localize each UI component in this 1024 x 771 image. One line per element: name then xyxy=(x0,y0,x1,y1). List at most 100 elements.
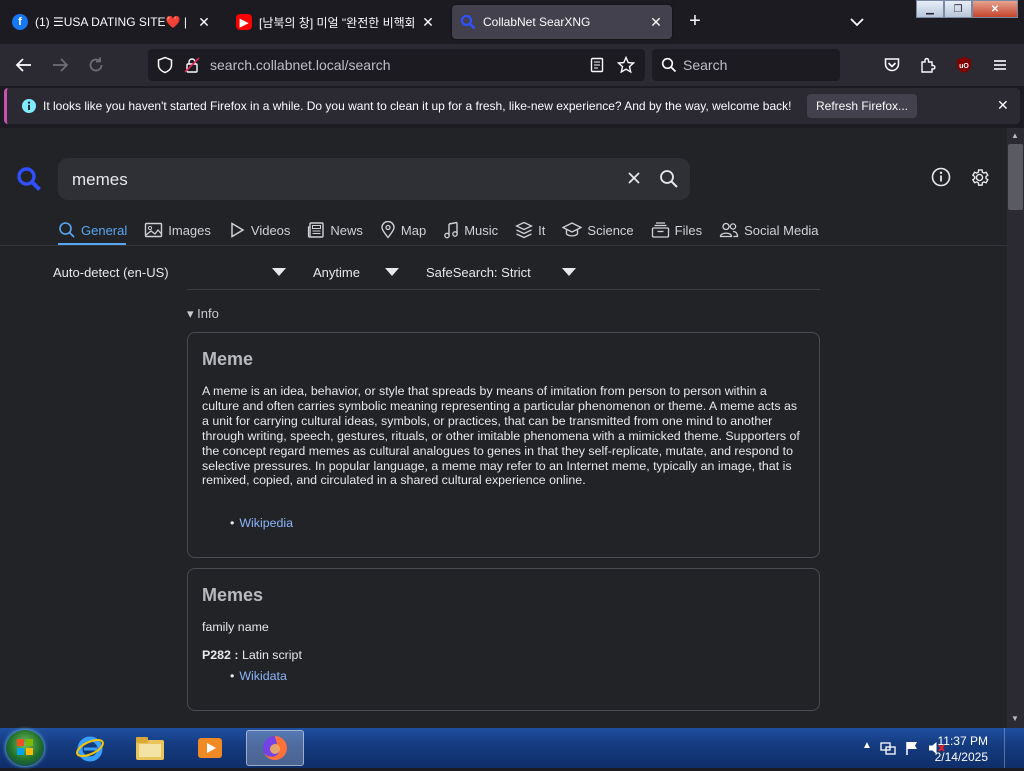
notification-text: It looks like you haven't started Firefo… xyxy=(43,99,792,113)
refresh-firefox-button[interactable]: Refresh Firefox... xyxy=(807,94,917,118)
shield-icon[interactable] xyxy=(156,56,174,79)
tab-videos[interactable]: Videos xyxy=(228,221,291,239)
searxng-logo-icon[interactable] xyxy=(16,166,42,197)
info-toggle[interactable]: ▾ Info xyxy=(187,306,219,322)
page-content: memes General Images Videos News Map Mus… xyxy=(0,128,1007,728)
tab-science[interactable]: Science xyxy=(562,221,634,239)
infobox-memes: Memes family name P282 : Latin script • W… xyxy=(187,568,820,711)
close-tab-icon[interactable]: ✕ xyxy=(648,14,664,31)
show-hidden-icons-icon[interactable]: ▲ xyxy=(862,740,872,751)
media-player-icon[interactable] xyxy=(184,730,236,766)
tab-label: General xyxy=(81,222,128,238)
scrollbar-thumb[interactable] xyxy=(1008,144,1023,210)
tab-label: Images xyxy=(168,222,211,238)
time-range-value: Anytime xyxy=(313,265,360,280)
infobox-description: A meme is an idea, behavior, or style th… xyxy=(202,384,800,488)
tab-facebook[interactable]: f (1) ☰USA DATING SITE❤️ | Face ✕ xyxy=(4,5,220,39)
youtube-icon: ▶ xyxy=(236,14,252,30)
menu-icon[interactable] xyxy=(990,55,1010,75)
layers-icon xyxy=(515,221,534,239)
search-bar[interactable]: Search xyxy=(652,49,840,81)
infobox-link: • Wikipedia xyxy=(230,516,293,530)
filter-divider xyxy=(187,289,820,290)
network-icon[interactable] xyxy=(880,740,896,761)
minimize-button[interactable]: ▁ xyxy=(916,0,944,18)
windows-logo-icon xyxy=(17,739,33,755)
clock-date[interactable]: 2/14/2025 xyxy=(935,750,988,764)
url-bar[interactable]: search.collabnet.local/search xyxy=(148,49,645,81)
insecure-lock-icon[interactable] xyxy=(184,57,200,78)
tab-social-media[interactable]: Social Media xyxy=(719,221,819,239)
settings-gear-icon[interactable] xyxy=(969,167,990,193)
reader-view-icon[interactable] xyxy=(589,57,605,78)
archive-icon xyxy=(651,222,669,238)
play-icon xyxy=(231,222,245,238)
tab-title: [남북의 창] 미얼 "완전한 비핵화 xyxy=(259,15,414,30)
maximize-button[interactable]: ❐ xyxy=(944,0,972,18)
category-divider xyxy=(0,245,1007,246)
safesearch-select[interactable]: SafeSearch: Strict xyxy=(426,265,586,280)
attribute-value: Latin script xyxy=(241,648,302,662)
attribute-key: P282 : xyxy=(202,648,239,662)
search-box[interactable]: memes xyxy=(58,158,690,200)
svg-text:uO: uO xyxy=(959,63,969,70)
infobox-subtitle: family name xyxy=(202,620,269,634)
scroll-down-icon[interactable]: ▼ xyxy=(1011,714,1019,723)
clock-time[interactable]: 11:37 PM xyxy=(938,734,988,748)
search-icon xyxy=(59,222,75,238)
tab-news[interactable]: News xyxy=(307,221,363,239)
new-tab-button[interactable]: + xyxy=(685,11,705,31)
info-icon xyxy=(21,98,37,119)
firefox-taskbar-icon[interactable] xyxy=(246,730,304,766)
tab-music[interactable]: Music xyxy=(443,221,498,239)
navigation-toolbar: search.collabnet.local/search Search uO xyxy=(0,44,1024,86)
time-range-select[interactable]: Anytime xyxy=(313,265,403,280)
internet-explorer-icon[interactable] xyxy=(64,730,116,766)
tab-searxng[interactable]: CollabNet SearXNG ✕ xyxy=(452,5,672,39)
back-icon[interactable] xyxy=(14,55,34,75)
tab-youtube[interactable]: ▶ [남북의 창] 미얼 "완전한 비핵화 ✕ xyxy=(228,5,444,39)
show-desktop-button[interactable] xyxy=(1004,728,1018,768)
tab-label: Map xyxy=(400,222,427,238)
category-tabs: General Images Videos News Map Music It xyxy=(58,218,836,242)
wikidata-link[interactable]: Wikidata xyxy=(239,669,287,683)
tab-general[interactable]: General xyxy=(58,221,127,239)
tab-label: Videos xyxy=(250,222,291,238)
list-all-tabs-icon[interactable] xyxy=(848,13,866,31)
tab-map[interactable]: Map xyxy=(380,221,426,239)
wikipedia-link[interactable]: Wikipedia xyxy=(239,516,293,530)
tab-label: Science xyxy=(587,222,634,238)
safesearch-value: SafeSearch: Strict xyxy=(426,265,531,280)
close-notification-icon[interactable]: ✕ xyxy=(997,97,1009,114)
search-input[interactable]: memes xyxy=(72,170,128,190)
ublock-origin-icon[interactable]: uO xyxy=(954,55,974,75)
forward-icon[interactable] xyxy=(50,55,70,75)
search-icon xyxy=(661,57,677,78)
start-button[interactable] xyxy=(6,730,44,766)
tab-label: Social Media xyxy=(744,222,819,238)
search-submit-icon[interactable] xyxy=(659,169,679,194)
language-select[interactable]: Auto-detect (en-US) xyxy=(53,265,293,280)
clear-search-icon[interactable] xyxy=(626,170,642,191)
action-center-flag-icon[interactable] xyxy=(904,740,920,761)
tab-files[interactable]: Files xyxy=(651,221,702,239)
close-tab-icon[interactable]: ✕ xyxy=(196,14,212,31)
scroll-up-icon[interactable]: ▲ xyxy=(1011,131,1019,140)
reload-icon[interactable] xyxy=(86,55,106,75)
system-tray: ▲ 11:37 PM 2/14/2025 xyxy=(818,728,1018,768)
tab-it[interactable]: It xyxy=(515,221,545,239)
infobox-meme: Meme A meme is an idea, behavior, or sty… xyxy=(187,332,820,558)
tab-title: (1) ☰USA DATING SITE❤️ | Face xyxy=(35,15,190,29)
chevron-down-icon xyxy=(562,268,576,276)
about-info-icon[interactable] xyxy=(931,167,951,192)
bookmark-star-icon[interactable] xyxy=(616,55,636,79)
extensions-icon[interactable] xyxy=(918,55,938,75)
page-scrollbar[interactable]: ▲ ▼ xyxy=(1007,128,1024,728)
tab-label: Music xyxy=(464,222,499,238)
file-explorer-icon[interactable] xyxy=(124,730,176,766)
close-window-button[interactable]: ✕ xyxy=(972,0,1018,18)
pocket-icon[interactable] xyxy=(882,55,902,75)
tab-images[interactable]: Images xyxy=(144,221,211,239)
tab-strip: f (1) ☰USA DATING SITE❤️ | Face ✕ ▶ [남북의… xyxy=(0,0,1024,44)
close-tab-icon[interactable]: ✕ xyxy=(420,14,436,31)
